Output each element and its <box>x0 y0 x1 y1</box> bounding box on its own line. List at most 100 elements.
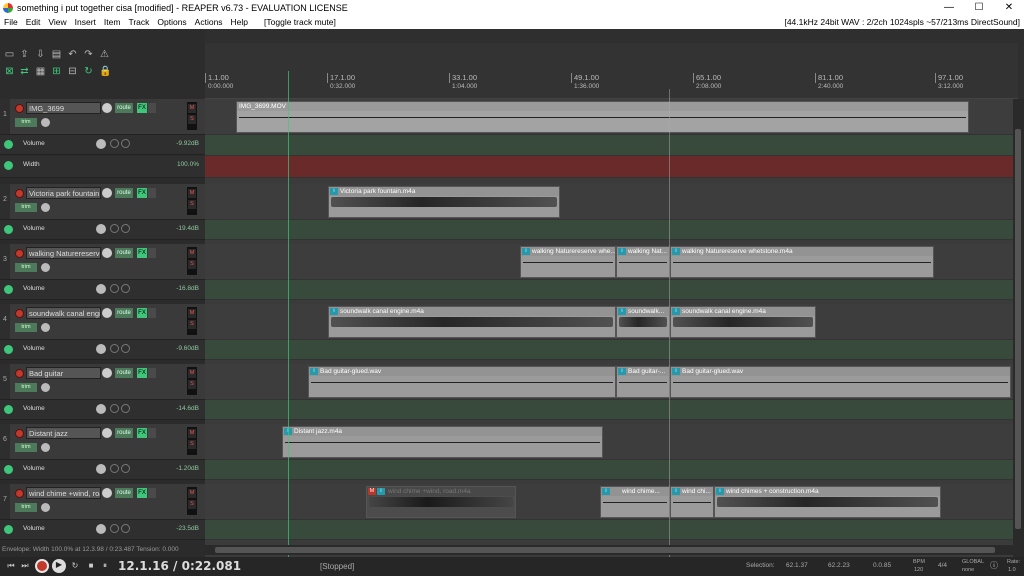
envelope-arm-button[interactable] <box>110 224 119 233</box>
media-item-muted[interactable]: M i wind chime +wind, road.m4a <box>366 486 516 518</box>
envelope-knob[interactable] <box>96 464 106 474</box>
track-header[interactable]: 2 Victoria park fountain route FX trim M… <box>0 184 205 220</box>
record-arm-button[interactable] <box>15 489 24 498</box>
fx-bypass-button[interactable] <box>148 188 156 198</box>
track-name-field[interactable]: wind chime +wind, road <box>26 487 101 499</box>
route-button[interactable]: route <box>115 188 133 198</box>
media-item[interactable]: i Bad guitar-glued.wav <box>308 366 616 398</box>
fx-button[interactable]: FX <box>137 308 147 318</box>
record-arm-button[interactable] <box>15 309 24 318</box>
record-arm-button[interactable] <box>15 189 24 198</box>
track-name-field[interactable]: soundwalk canal engine <box>26 307 101 319</box>
envelope-knob[interactable] <box>96 139 106 149</box>
automation-mode-button[interactable]: trim <box>15 323 37 332</box>
route-button[interactable]: route <box>115 308 133 318</box>
envelope-power-icon[interactable] <box>4 405 13 414</box>
media-item[interactable]: i walking Naturereserve whetstone.m4a <box>670 246 934 278</box>
media-item[interactable]: i Bad guitar-glued.wav <box>670 366 1011 398</box>
envelope-arm-button[interactable] <box>110 344 119 353</box>
solo-button[interactable]: S <box>188 380 196 389</box>
selection-length[interactable]: 0.0.85 <box>873 562 891 569</box>
maximize-button[interactable]: ☐ <box>964 2 994 13</box>
volume-knob[interactable] <box>102 103 112 113</box>
envelope-lane-header[interactable]: Width 100.0% <box>0 156 205 178</box>
record-arm-button[interactable] <box>15 429 24 438</box>
selection-start[interactable]: 62.1.37 <box>786 562 808 569</box>
volume-envelope-lane[interactable] <box>205 220 1013 240</box>
timeline-ruler[interactable]: 1.1.00 0:00.000 17.1.00 0:32.000 33.1.00… <box>205 43 1018 99</box>
undo-icon[interactable]: ↶ <box>67 49 78 60</box>
route-button[interactable]: route <box>115 103 133 113</box>
solo-button[interactable]: S <box>188 115 196 124</box>
envelope-lane-header[interactable]: Volume -9.92dB <box>0 135 205 155</box>
mute-button[interactable]: M <box>188 429 196 438</box>
mute-button[interactable]: M <box>188 309 196 318</box>
track-header[interactable]: 6 Distant jazz route FX trim MS <box>0 424 205 460</box>
fx-bypass-button[interactable] <box>148 248 156 258</box>
track-name-field[interactable]: Distant jazz <box>26 427 101 439</box>
fx-button[interactable]: FX <box>137 428 147 438</box>
media-item[interactable]: i soundwalk... <box>616 306 670 338</box>
play-cursor[interactable] <box>288 71 289 576</box>
mute-button[interactable]: M <box>188 189 196 198</box>
info-icon[interactable]: ⓘ <box>988 560 1000 572</box>
media-item[interactable]: i soundwalk canal engine.m4a <box>328 306 616 338</box>
fx-button[interactable]: FX <box>137 368 147 378</box>
automation-mode-button[interactable]: trim <box>15 118 37 127</box>
envelope-lane-header[interactable]: Volume -16.8dB <box>0 280 205 300</box>
envelope-mode-button[interactable] <box>121 139 130 148</box>
fx-bypass-button[interactable] <box>148 368 156 378</box>
time-signature[interactable]: 4/4 <box>938 562 947 569</box>
track-header[interactable]: 7 wind chime +wind, road route FX trim M… <box>0 484 205 520</box>
go-to-start-icon[interactable]: ⏮ <box>5 560 17 572</box>
scrollbar-thumb[interactable] <box>1015 129 1021 529</box>
lock-icon[interactable]: 🔒 <box>99 66 111 77</box>
track-header[interactable]: 1 IMG_3699 route FX trim MS <box>0 99 205 135</box>
track-name-field[interactable]: Victoria park fountain <box>26 187 101 199</box>
volume-envelope-lane[interactable] <box>205 340 1013 360</box>
envelope-mode-button[interactable] <box>121 224 130 233</box>
envelope-power-icon[interactable] <box>4 525 13 534</box>
new-project-icon[interactable]: ▭ <box>4 49 15 60</box>
track-name-field[interactable]: walking Naturereserve w <box>26 247 101 259</box>
route-button[interactable]: route <box>115 488 133 498</box>
fx-bypass-button[interactable] <box>148 428 156 438</box>
envelope-power-icon[interactable] <box>4 161 13 170</box>
play-button[interactable]: ▶ <box>52 559 66 573</box>
envelope-knob[interactable] <box>96 224 106 234</box>
project-settings-icon[interactable]: ▤ <box>51 49 62 60</box>
volume-envelope-lane[interactable] <box>205 460 1013 480</box>
media-item[interactable]: i wind chi... <box>670 486 714 518</box>
volume-envelope-lane[interactable] <box>205 400 1013 420</box>
media-item[interactable]: i soundwalk canal engine.m4a <box>670 306 816 338</box>
pan-knob[interactable] <box>41 323 50 332</box>
pan-knob[interactable] <box>41 263 50 272</box>
volume-knob[interactable] <box>102 368 112 378</box>
bpm-value[interactable]: 120 <box>914 567 923 573</box>
media-item[interactable]: i wind chimes + construction.m4a <box>714 486 941 518</box>
volume-envelope-lane[interactable] <box>205 135 1013 156</box>
envelope-lane-header[interactable]: Volume -19.4dB <box>0 220 205 240</box>
record-arm-button[interactable] <box>15 104 24 113</box>
menu-item[interactable]: Item <box>100 17 125 27</box>
envelope-arm-button[interactable] <box>110 404 119 413</box>
route-button[interactable]: route <box>115 428 133 438</box>
menu-view[interactable]: View <box>44 17 70 27</box>
envelope-mode-button[interactable] <box>121 404 130 413</box>
pan-knob[interactable] <box>41 383 50 392</box>
media-item[interactable]: i walking Nat... <box>616 246 670 278</box>
selection-end[interactable]: 62.2.23 <box>828 562 850 569</box>
record-arm-button[interactable] <box>15 369 24 378</box>
pan-knob[interactable] <box>41 503 50 512</box>
minimize-button[interactable]: — <box>934 2 964 13</box>
solo-button[interactable]: S <box>188 200 196 209</box>
pan-knob[interactable] <box>41 203 50 212</box>
envelope-power-icon[interactable] <box>4 140 13 149</box>
media-item[interactable]: i walking Naturereserve whe... <box>520 246 616 278</box>
mute-button[interactable]: M <box>188 249 196 258</box>
envelope-arm-button[interactable] <box>110 284 119 293</box>
route-button[interactable]: route <box>115 248 133 258</box>
automation-mode-button[interactable]: trim <box>15 443 37 452</box>
pan-knob[interactable] <box>41 118 50 127</box>
fx-bypass-button[interactable] <box>148 103 156 113</box>
